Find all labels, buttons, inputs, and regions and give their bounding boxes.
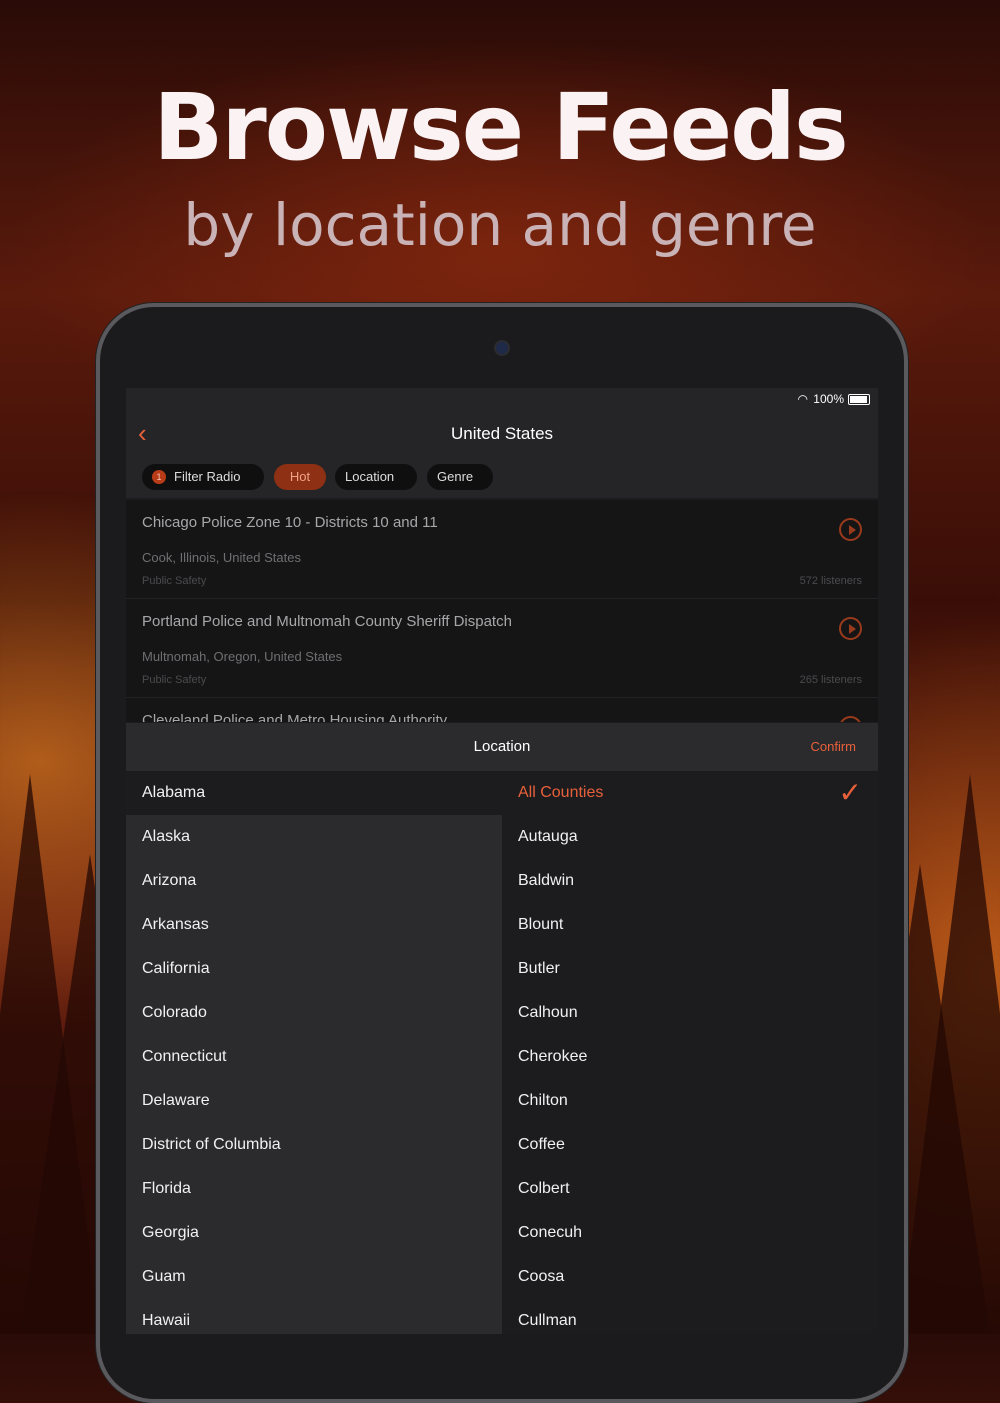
state-item[interactable]: Delaware: [126, 1079, 502, 1123]
county-label: Butler: [518, 960, 560, 977]
battery-percent: 100%: [813, 392, 844, 406]
feed-listeners: 572 listeners: [799, 575, 862, 587]
county-label: Colbert: [518, 1180, 570, 1197]
state-item[interactable]: District of Columbia: [126, 1123, 502, 1167]
state-item[interactable]: Arizona: [126, 859, 502, 903]
county-label: Cullman: [518, 1312, 577, 1329]
county-item[interactable]: Chilton: [502, 1079, 878, 1123]
state-item[interactable]: Colorado: [126, 991, 502, 1035]
state-item[interactable]: Alaska: [126, 815, 502, 859]
state-item[interactable]: Guam: [126, 1255, 502, 1299]
hot-chip[interactable]: Hot: [274, 464, 326, 490]
promo-subheadline: by location and genre: [183, 191, 817, 259]
location-dropdown[interactable]: Location ⌵: [335, 464, 417, 510]
filter-radio-button[interactable]: 1 Filter Radio: [142, 464, 264, 490]
county-item[interactable]: Blount: [502, 903, 878, 947]
county-item[interactable]: Baldwin: [502, 859, 878, 903]
state-item[interactable]: Alabama: [126, 771, 502, 815]
state-list[interactable]: Alabama Alaska Arizona Arkansas California Co…: [126, 771, 502, 1334]
county-item[interactable]: Autauga: [502, 815, 878, 859]
location-sheet-header: Location Confirm: [126, 723, 878, 771]
confirm-button[interactable]: Confirm: [810, 739, 856, 754]
county-label: Coosa: [518, 1268, 565, 1285]
feed-row[interactable]: Chicago Police Zone 10 - Districts 10 an…: [126, 500, 878, 599]
status-bar: ◠ 100%: [126, 388, 878, 410]
promo-headline: Browse Feeds: [153, 74, 848, 181]
feed-list: Chicago Police Zone 10 - Districts 10 an…: [126, 500, 878, 722]
county-item[interactable]: Calhoun: [502, 991, 878, 1035]
county-label: Calhoun: [518, 1004, 578, 1021]
feed-location: Multnomah, Oregon, United States: [142, 649, 343, 664]
feed-row[interactable]: Cleveland Police and Metro Housing Autho…: [126, 698, 878, 722]
nav-bar: ‹ United States: [126, 410, 878, 458]
state-item[interactable]: Connecticut: [126, 1035, 502, 1079]
feed-title: Cleveland Police and Metro Housing Autho…: [142, 712, 448, 722]
battery-icon: [848, 394, 870, 405]
county-label: Blount: [518, 916, 564, 933]
county-item[interactable]: Colbert: [502, 1167, 878, 1211]
feed-location: Cook, Illinois, United States: [142, 550, 301, 565]
state-item[interactable]: Hawaii: [126, 1299, 502, 1334]
county-item[interactable]: Butler: [502, 947, 878, 991]
feed-row[interactable]: Portland Police and Multnomah County She…: [126, 599, 878, 698]
county-label: Conecuh: [518, 1224, 583, 1241]
county-label: Autauga: [518, 828, 578, 845]
filter-radio-label: Filter Radio: [174, 469, 241, 484]
state-item[interactable]: California: [126, 947, 502, 991]
county-label: Chilton: [518, 1092, 568, 1109]
county-item[interactable]: Cherokee: [502, 1035, 878, 1079]
feed-listeners: 265 listeners: [799, 674, 862, 686]
county-list[interactable]: All Counties ✓ Autauga Baldwin Blount Butler C…: [502, 771, 878, 1334]
camera-icon: [496, 342, 508, 354]
county-item[interactable]: Conecuh: [502, 1211, 878, 1255]
county-item[interactable]: Coosa: [502, 1255, 878, 1299]
play-icon[interactable]: [839, 518, 862, 541]
feed-genre: Public Safety: [142, 674, 207, 686]
feed-title: Portland Police and Multnomah County She…: [142, 613, 512, 630]
filter-bar: 1 Filter Radio Hot Location ⌵ Genre ⌵: [126, 458, 878, 510]
county-label: Cherokee: [518, 1048, 588, 1065]
county-item[interactable]: Coffee: [502, 1123, 878, 1167]
feed-title: Chicago Police Zone 10 - Districts 10 an…: [142, 514, 438, 531]
sheet-title: Location: [473, 738, 531, 755]
play-icon[interactable]: [839, 716, 862, 722]
app-screen: ◠ 100% ‹ United States 1 Filter Radio Hot…: [126, 388, 878, 1334]
county-item[interactable]: All Counties ✓: [502, 771, 878, 815]
county-label: All Counties: [518, 784, 604, 801]
county-label: Baldwin: [518, 872, 575, 889]
promo-headline-block: Browse Feeds by location and genre: [0, 78, 1000, 260]
wifi-icon: ◠: [797, 392, 808, 406]
feed-genre: Public Safety: [142, 575, 207, 587]
genre-dropdown[interactable]: Genre ⌵: [427, 464, 493, 510]
page-title: United States: [450, 424, 554, 443]
state-item[interactable]: Arkansas: [126, 903, 502, 947]
location-picker: Alabama Alaska Arizona Arkansas California Co…: [126, 771, 878, 1334]
state-item[interactable]: Florida: [126, 1167, 502, 1211]
state-item[interactable]: Georgia: [126, 1211, 502, 1255]
county-label: Coffee: [518, 1136, 565, 1153]
checkmark-icon: ✓: [838, 777, 862, 808]
play-icon[interactable]: [839, 617, 862, 640]
county-item[interactable]: Cullman: [502, 1299, 878, 1334]
filter-count-badge: 1: [152, 469, 166, 484]
